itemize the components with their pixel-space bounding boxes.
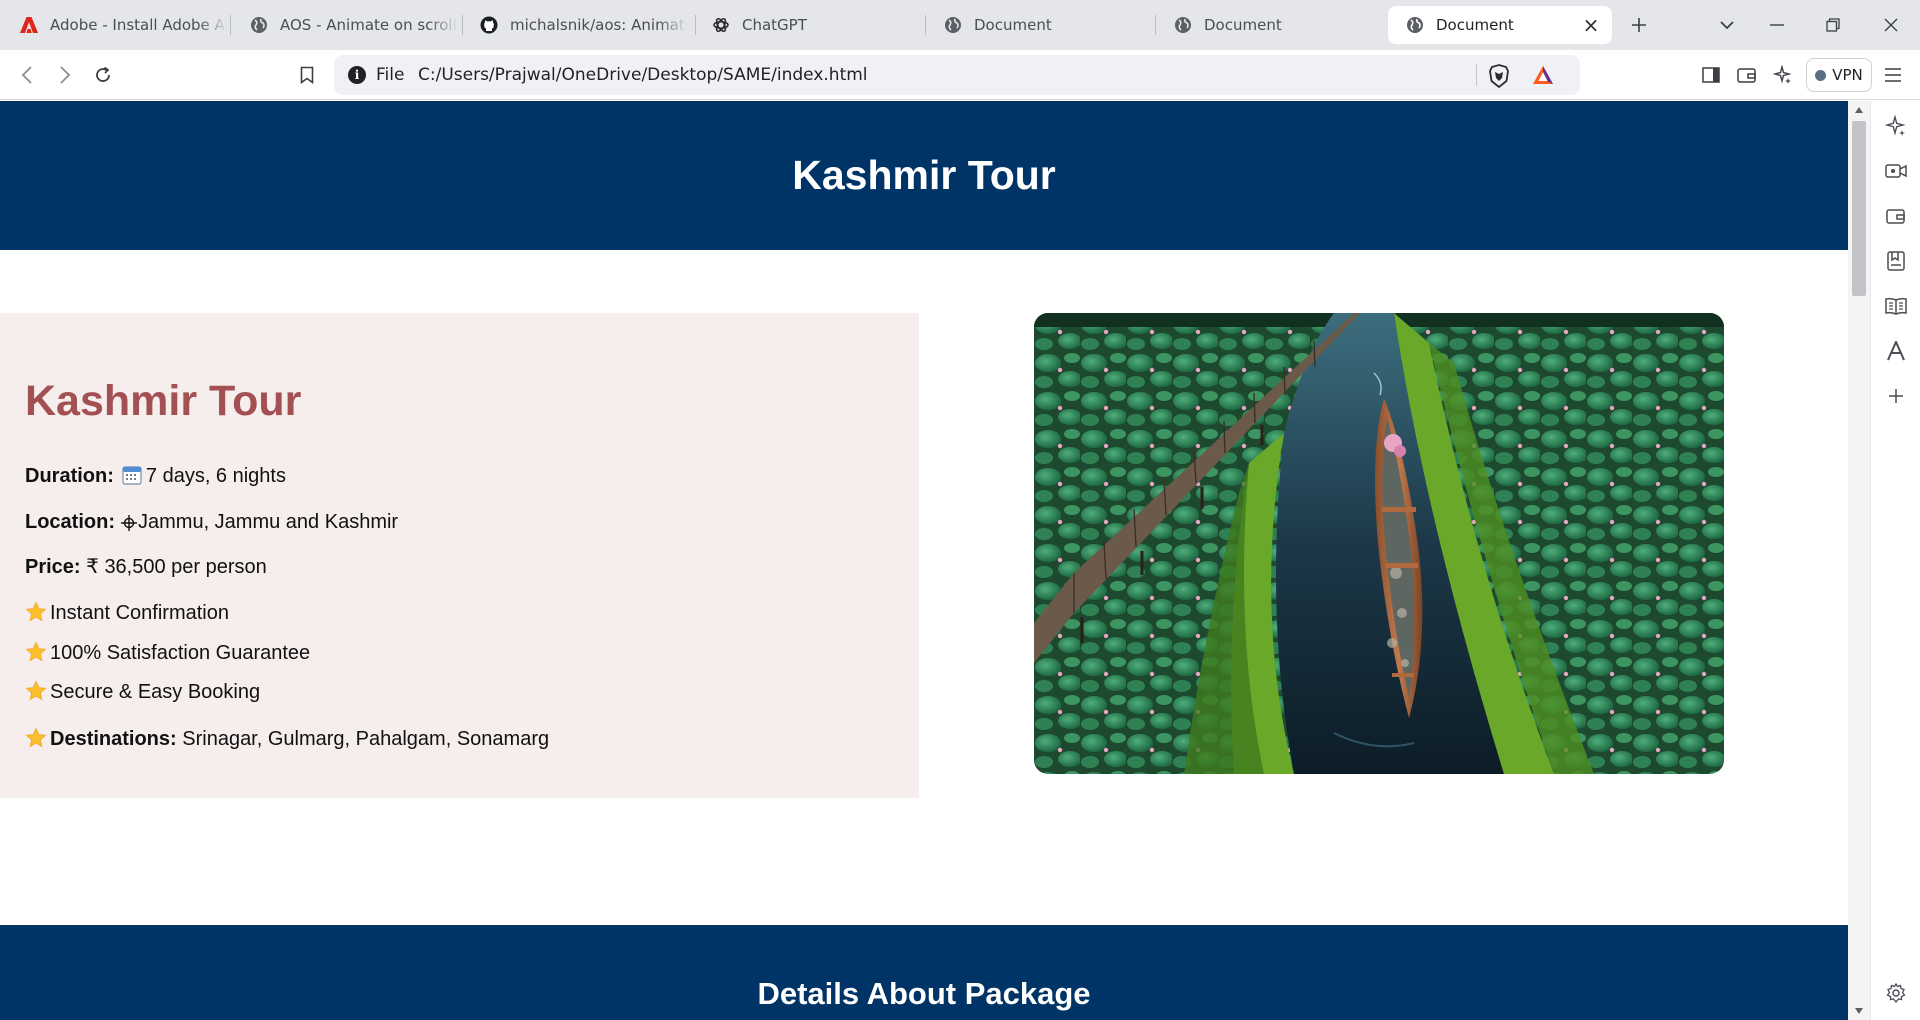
tab-label: ChatGPT bbox=[742, 16, 807, 34]
globe-icon bbox=[1406, 16, 1424, 34]
bookmark-icon[interactable] bbox=[292, 60, 322, 90]
github-icon bbox=[480, 16, 498, 34]
feature-item: 100% Satisfaction Guarantee bbox=[25, 641, 310, 665]
reading-list-icon[interactable] bbox=[1883, 293, 1909, 319]
url-text[interactable]: C:/Users/Prajwal/OneDrive/Desktop/SAME/i… bbox=[418, 65, 868, 85]
browser-sidebar bbox=[1870, 101, 1920, 1020]
feature-item: Instant Confirmation bbox=[25, 601, 229, 625]
tab-document-1[interactable]: Document bbox=[926, 6, 1152, 44]
price-label: Price: bbox=[25, 556, 81, 578]
location-label: Location: bbox=[25, 511, 115, 533]
star-icon bbox=[25, 680, 47, 702]
star-icon bbox=[25, 601, 47, 623]
address-bar[interactable]: i File C:/Users/Prajwal/OneDrive/Desktop… bbox=[334, 55, 1580, 95]
scroll-thumb[interactable] bbox=[1852, 121, 1866, 296]
talk-video-icon[interactable] bbox=[1883, 158, 1909, 184]
forward-button[interactable] bbox=[50, 60, 80, 90]
wallet-icon[interactable] bbox=[1732, 60, 1762, 90]
duration-row: Duration: 7 days, 6 nights bbox=[25, 465, 286, 488]
feature-text: Secure & Easy Booking bbox=[50, 681, 261, 703]
chatgpt-icon bbox=[712, 16, 730, 34]
adobe-icon bbox=[20, 16, 38, 34]
page-header: Kashmir Tour bbox=[0, 101, 1848, 250]
tab-label: Document bbox=[974, 16, 1052, 34]
brave-rewards-icon[interactable] bbox=[1532, 65, 1554, 90]
close-tab-icon[interactable]: × bbox=[1580, 14, 1602, 36]
star-icon bbox=[25, 727, 47, 749]
navigation-bar: i File C:/Users/Prajwal/OneDrive/Desktop… bbox=[0, 50, 1920, 100]
feature-text: 100% Satisfaction Guarantee bbox=[50, 642, 311, 664]
location-value: Jammu, Jammu and Kashmir bbox=[138, 511, 399, 533]
details-section: Details About Package bbox=[0, 925, 1848, 1020]
page-title: Kashmir Tour bbox=[792, 152, 1056, 198]
tour-title: Kashmir Tour bbox=[25, 377, 302, 425]
tab-list-chevron-icon[interactable] bbox=[1712, 10, 1742, 40]
scroll-down-arrow-icon[interactable] bbox=[1855, 1008, 1863, 1014]
site-info-icon[interactable]: i bbox=[348, 66, 366, 84]
globe-icon bbox=[1174, 16, 1192, 34]
calendar-icon bbox=[122, 465, 142, 485]
tab-github[interactable]: michalsnik/aos: Animate on scroll bbox=[462, 6, 688, 44]
tab-label: Document bbox=[1204, 16, 1282, 34]
duration-label: Duration: bbox=[25, 465, 114, 487]
vpn-button[interactable]: VPN bbox=[1806, 58, 1872, 92]
leo-ai-icon[interactable] bbox=[1768, 60, 1798, 90]
new-tab-button[interactable] bbox=[1624, 10, 1654, 40]
add-sidebar-item-icon[interactable] bbox=[1883, 383, 1909, 409]
back-button[interactable] bbox=[12, 60, 42, 90]
tab-bar: Adobe - Install Adobe Acrobat AOS - Anim… bbox=[0, 0, 1920, 50]
destinations-value: Srinagar, Gulmarg, Pahalgam, Sonamarg bbox=[182, 728, 550, 750]
tour-info-card: Kashmir Tour Duration: 7 days, 6 nights L… bbox=[0, 313, 919, 798]
vpn-label: VPN bbox=[1832, 66, 1863, 84]
details-title: Details About Package bbox=[757, 976, 1091, 1011]
tab-document-2[interactable]: Document bbox=[1156, 6, 1382, 44]
tab-document-active[interactable]: Document × bbox=[1388, 6, 1612, 44]
minimize-window-icon[interactable] bbox=[1762, 10, 1792, 40]
duration-value: 7 days, 6 nights bbox=[145, 465, 286, 487]
scroll-up-arrow-icon[interactable] bbox=[1855, 107, 1863, 113]
feature-text: Instant Confirmation bbox=[50, 602, 229, 624]
close-window-icon[interactable] bbox=[1876, 10, 1906, 40]
reload-button[interactable] bbox=[88, 60, 118, 90]
menu-icon[interactable] bbox=[1878, 60, 1908, 90]
tab-aos[interactable]: AOS - Animate on scroll library bbox=[232, 6, 458, 44]
sidebar-toggle-icon[interactable] bbox=[1696, 60, 1726, 90]
restore-window-icon[interactable] bbox=[1818, 10, 1848, 40]
star-icon bbox=[25, 641, 47, 663]
sidebar-settings-gear-icon[interactable] bbox=[1883, 980, 1909, 1006]
destinations-label: Destinations: bbox=[50, 728, 177, 750]
vpn-status-icon bbox=[1815, 69, 1827, 81]
brave-shields-icon[interactable] bbox=[1488, 64, 1510, 93]
tab-chatgpt[interactable]: ChatGPT bbox=[694, 6, 920, 44]
location-row: Location: Jammu, Jammu and Kashmir bbox=[25, 511, 398, 537]
url-scheme-label: File bbox=[376, 65, 405, 85]
tab-label: Document bbox=[1436, 16, 1514, 34]
tour-photo bbox=[1034, 313, 1724, 774]
price-row: Price: ₹ 36,500 per person bbox=[25, 554, 267, 579]
location-pin-icon bbox=[121, 514, 137, 537]
leo-ai-sidebar-icon[interactable] bbox=[1883, 113, 1909, 139]
globe-icon bbox=[250, 16, 268, 34]
globe-icon bbox=[944, 16, 962, 34]
page-viewport: Kashmir Tour Kashmir Tour Duration: 7 day… bbox=[0, 101, 1848, 1020]
feature-item: Secure & Easy Booking bbox=[25, 680, 260, 704]
wallet-sidebar-icon[interactable] bbox=[1883, 203, 1909, 229]
bookmarks-sidebar-icon[interactable] bbox=[1883, 248, 1909, 274]
price-value: ₹ 36,500 per person bbox=[86, 556, 267, 578]
page-scrollbar[interactable] bbox=[1848, 101, 1870, 1020]
destinations-row: Destinations: Srinagar, Gulmarg, Pahalga… bbox=[25, 727, 549, 751]
translate-font-icon[interactable] bbox=[1883, 338, 1909, 364]
tab-adobe[interactable]: Adobe - Install Adobe Acrobat bbox=[2, 6, 228, 44]
